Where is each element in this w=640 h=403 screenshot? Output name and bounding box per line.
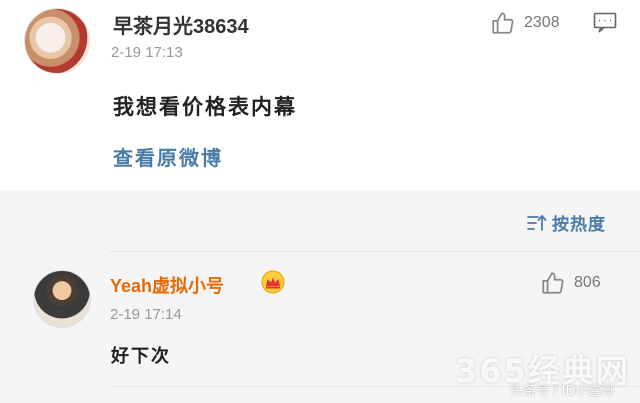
sort-icon <box>527 214 547 231</box>
sort-by-hot-button[interactable]: 按热度 <box>526 210 606 235</box>
comment-icon[interactable] <box>593 12 617 34</box>
reply-username[interactable]: Yeah虚拟小号 <box>110 272 224 298</box>
thumbs-up-icon <box>542 272 564 294</box>
reply-text: 好下次 <box>111 346 171 367</box>
reply-avatar[interactable] <box>33 270 91 328</box>
like-button[interactable]: 2308 <box>490 10 560 36</box>
like-count: 2308 <box>524 14 560 31</box>
crown-icon <box>261 270 285 294</box>
avatar[interactable] <box>24 8 90 74</box>
view-original-weibo-link[interactable]: 查看原微博 <box>113 142 223 171</box>
timestamp: 2-19 17:13 <box>111 44 183 61</box>
comment-text: 我想看价格表内幕 <box>113 95 297 119</box>
sort-label: 按热度 <box>552 215 606 235</box>
reply-like-button[interactable]: 806 <box>540 270 601 296</box>
username[interactable]: 早茶月光38634 <box>113 10 249 39</box>
reply-like-count: 806 <box>574 274 601 291</box>
reply-timestamp: 2-19 17:14 <box>110 306 182 323</box>
divider <box>110 251 640 252</box>
thumbs-up-icon <box>492 12 514 34</box>
watermark-sub: 头条号 / ID小嘉哥 <box>510 384 615 399</box>
